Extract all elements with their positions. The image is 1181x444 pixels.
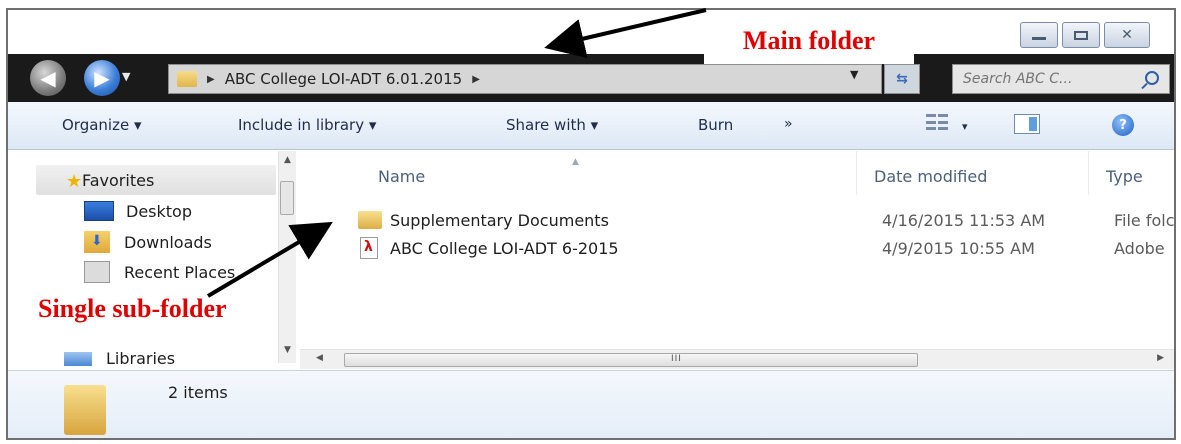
- downloads-icon: [84, 231, 110, 253]
- column-divider[interactable]: [1088, 151, 1089, 195]
- sort-indicator-icon: ▲: [572, 157, 579, 167]
- nav-item-label: Libraries: [106, 349, 176, 368]
- nav-scroll-thumb[interactable]: [280, 181, 294, 215]
- search-box[interactable]: [952, 64, 1170, 94]
- column-header-name[interactable]: Name: [378, 167, 425, 186]
- address-bar[interactable]: ▶ ABC College LOI-ADT 6.01.2015 ▶: [168, 64, 882, 94]
- view-options-dropdown-icon[interactable]: ▾: [962, 120, 968, 133]
- breadcrumb-separator-icon[interactable]: ▶: [472, 74, 480, 85]
- organize-button[interactable]: Organize ▾: [62, 116, 142, 134]
- command-toolbar: Organize ▾ Include in library ▾ Share wi…: [8, 102, 1174, 150]
- scroll-up-arrow-icon[interactable]: ▲: [284, 155, 291, 165]
- breadcrumb-separator-icon[interactable]: ▶: [207, 74, 215, 85]
- search-input[interactable]: [963, 71, 1143, 87]
- scroll-grip-icon: III: [671, 354, 682, 364]
- navigation-pane: ★ Favorites Desktop Downloads Recent Pla…: [8, 151, 296, 368]
- maximize-icon: [1074, 30, 1088, 40]
- nav-item-label: Desktop: [126, 201, 192, 221]
- main-folder-callout: Main folder: [704, 18, 914, 64]
- search-icon[interactable]: [1145, 71, 1159, 85]
- forward-arrow-icon: ▶: [94, 66, 110, 90]
- horizontal-scroll-thumb[interactable]: III: [344, 353, 918, 367]
- more-commands-button[interactable]: »: [784, 116, 793, 132]
- nav-item-recent-places[interactable]: Recent Places: [84, 261, 235, 283]
- address-history-dropdown-icon[interactable]: ▼: [850, 68, 858, 81]
- window-title-bar: [8, 10, 1174, 54]
- folder-icon: [177, 71, 197, 87]
- item-count: 2 items: [168, 383, 228, 402]
- nav-item-downloads[interactable]: Downloads: [84, 231, 212, 253]
- file-name: Supplementary Documents: [390, 210, 609, 230]
- minimize-icon: [1032, 36, 1046, 40]
- single-subfolder-callout: Single sub-folder: [38, 294, 227, 324]
- nav-item-desktop[interactable]: Desktop: [84, 201, 192, 221]
- recent-places-icon: [84, 261, 110, 283]
- back-button[interactable]: ◀: [30, 60, 66, 96]
- file-type: File folc: [1114, 210, 1175, 230]
- help-icon[interactable]: ?: [1112, 114, 1134, 136]
- nav-item-label: Favorites: [82, 170, 155, 190]
- file-list: ▲ Name Date modified Type Supplementary …: [300, 151, 1175, 351]
- nav-item-libraries[interactable]: Libraries: [64, 349, 175, 368]
- burn-button[interactable]: Burn: [698, 116, 733, 134]
- minimize-button[interactable]: [1020, 22, 1058, 48]
- nav-item-favorites[interactable]: ★ Favorites: [36, 165, 276, 195]
- scroll-down-arrow-icon[interactable]: ▼: [284, 345, 291, 355]
- scroll-right-arrow-icon[interactable]: ▶: [1157, 353, 1164, 363]
- nav-item-label: Downloads: [124, 232, 212, 252]
- folder-icon: [64, 385, 106, 435]
- column-divider[interactable]: [856, 151, 857, 195]
- include-in-library-button[interactable]: Include in library ▾: [238, 116, 376, 134]
- folder-icon: [358, 211, 382, 229]
- close-button[interactable]: ✕: [1104, 22, 1150, 48]
- file-date-modified: 4/16/2015 11:53 AM: [882, 210, 1046, 230]
- nav-item-label: Recent Places: [124, 262, 236, 282]
- close-icon: ✕: [1121, 27, 1133, 43]
- file-date-modified: 4/9/2015 10:55 AM: [882, 238, 1035, 258]
- details-pane: 2 items: [8, 370, 1174, 438]
- change-view-icon[interactable]: [926, 114, 948, 132]
- file-row-abc-college-pdf[interactable]: ABC College LOI-ADT 6-2015 4/9/2015 10:5…: [350, 235, 1174, 261]
- maximize-button[interactable]: [1062, 22, 1100, 48]
- explorer-window: ✕ ◀ ▶ ▼ ▶ ABC College LOI-ADT 6.01.2015 …: [6, 8, 1176, 440]
- back-arrow-icon: ◀: [40, 66, 56, 90]
- refresh-icon: ⇆: [896, 71, 908, 87]
- column-header-type[interactable]: Type: [1106, 167, 1143, 186]
- share-with-button[interactable]: Share with ▾: [506, 116, 598, 134]
- file-row-supplementary-documents[interactable]: Supplementary Documents 4/16/2015 11:53 …: [350, 207, 1175, 233]
- file-list-horizontal-scrollbar[interactable]: ◀ III ▶: [300, 349, 1174, 369]
- preview-pane-icon[interactable]: [1014, 114, 1040, 134]
- scroll-left-arrow-icon[interactable]: ◀: [316, 353, 323, 363]
- column-header-date-modified[interactable]: Date modified: [874, 167, 987, 186]
- pdf-icon: [360, 237, 378, 259]
- forward-button[interactable]: ▶: [84, 60, 120, 96]
- libraries-icon: [64, 351, 92, 366]
- file-type: Adobe: [1114, 238, 1165, 258]
- desktop-icon: [84, 201, 114, 221]
- file-name: ABC College LOI-ADT 6-2015: [390, 238, 619, 258]
- recent-pages-dropdown-icon[interactable]: ▼: [122, 70, 130, 83]
- refresh-button[interactable]: ⇆: [884, 64, 920, 94]
- star-icon: ★: [66, 171, 83, 192]
- breadcrumb-current-folder[interactable]: ABC College LOI-ADT 6.01.2015: [225, 70, 462, 88]
